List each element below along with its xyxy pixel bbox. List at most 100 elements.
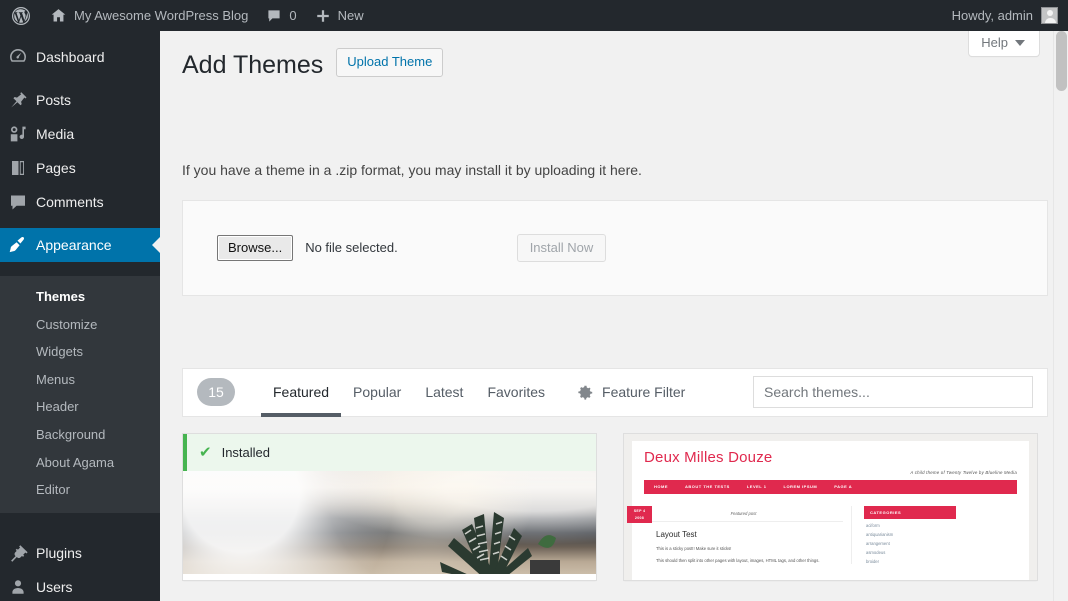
- tab-featured[interactable]: Featured: [261, 368, 341, 417]
- preview-post-line: This is a sticky post!! Make sure it sti…: [656, 546, 843, 551]
- preview-nav-item: PAGE A: [834, 484, 852, 489]
- new-content-label: New: [338, 8, 364, 23]
- preview-category: arrangement: [864, 541, 956, 546]
- sidebar-item-users[interactable]: Users: [0, 570, 160, 601]
- help-tab-button[interactable]: Help: [968, 31, 1040, 57]
- theme-list: ✔ Installed: [182, 433, 1048, 581]
- avatar: [1041, 7, 1058, 24]
- home-icon: [50, 7, 67, 24]
- submenu-item-themes[interactable]: Themes: [0, 283, 160, 311]
- submenu-item-menus[interactable]: Menus: [0, 366, 160, 394]
- tab-popular[interactable]: Popular: [341, 368, 413, 417]
- sidebar-item-dashboard[interactable]: Dashboard: [0, 40, 160, 74]
- new-content-button[interactable]: New: [306, 0, 373, 31]
- media-icon: [0, 124, 36, 144]
- submenu-item-about-agama[interactable]: About Agama: [0, 449, 160, 477]
- sidebar-item-appearance[interactable]: Appearance: [0, 228, 160, 262]
- page-wrap: Add Themes Upload Theme If you have a th…: [160, 31, 1068, 581]
- pin-icon: [0, 90, 36, 110]
- feature-filter-button[interactable]: Feature Filter: [577, 384, 685, 401]
- gear-icon: [577, 384, 594, 401]
- main-content: Help Add Themes Upload Theme If you have…: [160, 31, 1068, 601]
- filter-tabs: Featured Popular Latest Favorites: [261, 368, 557, 417]
- preview-main-column: Featured post Layout Test This is a stic…: [644, 506, 852, 564]
- sidebar-item-label: Posts: [36, 92, 71, 108]
- preview-date-day: SEP 4: [634, 509, 646, 513]
- site-name-button[interactable]: My Awesome WordPress Blog: [41, 0, 257, 31]
- sidebar-item-label: Media: [36, 126, 74, 142]
- sidebar-item-label: Appearance: [36, 237, 112, 253]
- preview-date-badge: SEP 4 2008: [627, 506, 652, 523]
- preview-post-title: Layout Test: [656, 530, 843, 539]
- sidebar-item-label: Plugins: [36, 545, 82, 561]
- preview-nav-item: ABOUT THE TESTS: [685, 484, 730, 489]
- sidebar-item-comments[interactable]: Comments: [0, 185, 160, 219]
- preview-category: broider: [864, 559, 956, 564]
- preview-nav: HOME ABOUT THE TESTS LEVEL 1 LOREM IPSUM…: [644, 480, 1017, 494]
- tab-favorites[interactable]: Favorites: [475, 368, 557, 417]
- theme-card[interactable]: ✔ Installed: [182, 433, 597, 581]
- feature-filter-label: Feature Filter: [602, 384, 685, 400]
- sidebar-item-plugins[interactable]: Plugins: [0, 536, 160, 570]
- preview-featured-label: Featured post: [644, 506, 843, 522]
- preview-post-line: This should then split into other pages …: [656, 558, 843, 563]
- file-status-label: No file selected.: [305, 240, 398, 255]
- screen-meta-links: Help: [968, 31, 1040, 57]
- status-badge-label: Installed: [222, 445, 270, 460]
- wordpress-logo-icon: [11, 6, 31, 26]
- theme-screenshot[interactable]: [183, 471, 596, 574]
- theme-filter-bar: 15 Featured Popular Latest Favorites Fea…: [182, 368, 1048, 417]
- submenu-item-customize[interactable]: Customize: [0, 311, 160, 339]
- account-area[interactable]: Howdy, admin: [952, 7, 1068, 24]
- status-badge: ✔ Installed: [183, 434, 596, 471]
- comment-bubble-icon: [266, 8, 282, 24]
- preview-category: aciform: [864, 523, 956, 528]
- pages-icon: [0, 158, 36, 178]
- menu-spacer: [0, 219, 160, 228]
- check-icon: ✔: [199, 445, 212, 460]
- preview-site-title: Deux Milles Douze: [644, 449, 1017, 466]
- theme-screenshot[interactable]: Deux Milles Douze A child theme of Twent…: [624, 434, 1037, 580]
- scrollbar-thumb[interactable]: [1056, 31, 1067, 91]
- dashboard-icon: [0, 47, 36, 67]
- tab-latest[interactable]: Latest: [413, 368, 475, 417]
- theme-card[interactable]: Deux Milles Douze A child theme of Twent…: [623, 433, 1038, 581]
- menu-spacer: [0, 74, 160, 83]
- sidebar-item-label: Comments: [36, 194, 104, 210]
- search-input[interactable]: [753, 376, 1033, 408]
- browse-button[interactable]: Browse...: [217, 235, 293, 261]
- preview-category: antiquarianism: [864, 532, 956, 537]
- submenu-item-widgets[interactable]: Widgets: [0, 338, 160, 366]
- paintbrush-icon: [0, 235, 36, 255]
- sidebar-item-media[interactable]: Media: [0, 117, 160, 151]
- sidebar-item-label: Users: [36, 579, 73, 595]
- page-scrollbar[interactable]: [1053, 31, 1068, 601]
- submenu-item-header[interactable]: Header: [0, 393, 160, 421]
- page-header: Add Themes Upload Theme: [182, 31, 1048, 86]
- preview-body: SEP 4 2008 Featured post Layout Test Thi…: [644, 506, 1017, 564]
- user-icon: [0, 577, 36, 597]
- preview-nav-item: LEVEL 1: [747, 484, 767, 489]
- theme-count-badge: 15: [197, 378, 235, 406]
- sidebar-item-pages[interactable]: Pages: [0, 151, 160, 185]
- plugin-icon: [0, 543, 36, 563]
- comments-button[interactable]: 0: [257, 0, 305, 31]
- admin-sidebar: Dashboard Posts Media Pages: [0, 31, 160, 601]
- submenu-item-editor[interactable]: Editor: [0, 476, 160, 504]
- sidebar-item-label: Pages: [36, 160, 76, 176]
- install-now-button[interactable]: Install Now: [517, 234, 607, 262]
- preview-tagline: A child theme of Twenty Twelve by Blueli…: [644, 470, 1017, 475]
- comment-bubble-icon: [0, 192, 36, 212]
- site-name-label: My Awesome WordPress Blog: [74, 8, 248, 23]
- sidebar-item-label: Dashboard: [36, 49, 105, 65]
- search-form: [753, 376, 1033, 408]
- menu-spacer: [0, 527, 160, 536]
- wordpress-logo-button[interactable]: [0, 0, 41, 31]
- preview-nav-item: HOME: [654, 484, 668, 489]
- page-title: Add Themes: [182, 40, 323, 86]
- upload-intro-text: If you have a theme in a .zip format, yo…: [182, 162, 1048, 178]
- submenu-item-background[interactable]: Background: [0, 421, 160, 449]
- sidebar-item-posts[interactable]: Posts: [0, 83, 160, 117]
- upload-theme-button[interactable]: Upload Theme: [336, 48, 443, 77]
- upload-theme-panel: Browse... No file selected. Install Now: [182, 200, 1048, 296]
